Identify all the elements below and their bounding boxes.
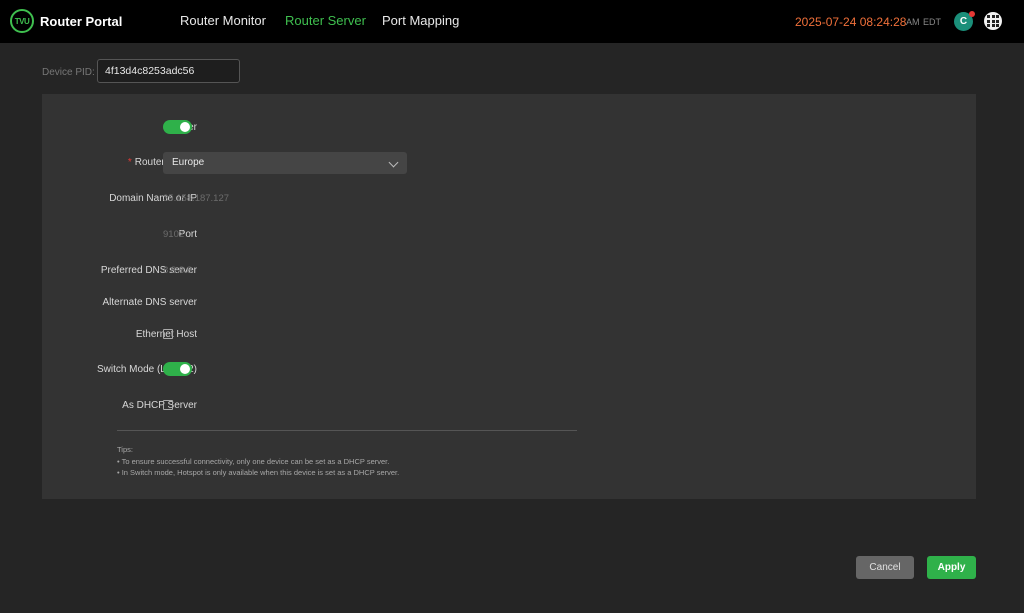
apps-grid-icon[interactable] (984, 12, 1002, 30)
preferred-dns-value: 8.8.8.8 (163, 265, 193, 276)
nav-router-server[interactable]: Router Server (285, 13, 366, 28)
port-value: 9102 (163, 229, 185, 240)
switch-mode-toggle[interactable] (163, 362, 192, 376)
top-bar: TVU Router Portal Router Monitor Router … (0, 0, 1024, 43)
timezone-label: EDT (923, 17, 941, 27)
cancel-button[interactable]: Cancel (856, 556, 914, 579)
device-pid-field[interactable]: 4f13d4c8253adc56 (97, 59, 240, 83)
tips-line: • In Switch mode, Hotspot is only availa… (117, 468, 400, 477)
tips-line: • To ensure successful connectivity, onl… (117, 457, 390, 466)
tips-title: Tips: (117, 445, 133, 454)
nav-port-mapping[interactable]: Port Mapping (382, 13, 459, 28)
am-pm-label: AM (906, 17, 920, 27)
router-server-selected-value: Europe (172, 157, 205, 168)
dhcp-server-checkbox[interactable] (163, 400, 173, 410)
ethernet-host-label: Ethernet Host (135, 329, 197, 340)
notification-dot-icon (969, 11, 975, 17)
router-toggle[interactable] (163, 120, 192, 134)
router-server-select[interactable]: Europe (163, 152, 407, 174)
dhcp-server-label: As DHCP Server (122, 400, 197, 411)
tvu-logo-icon: TVU (10, 9, 34, 33)
app-title: Router Portal (40, 14, 123, 29)
apply-button[interactable]: Apply (927, 556, 976, 579)
router-settings-panel: Router *Router Server Europe Domain Name… (42, 94, 976, 499)
ethernet-host-checkbox[interactable] (163, 329, 173, 339)
nav-router-monitor[interactable]: Router Monitor (180, 13, 266, 28)
device-pid-label: Device PID: (42, 67, 95, 78)
divider (117, 430, 577, 431)
required-marker: * (127, 157, 132, 168)
domain-value: 35.158.187.127 (163, 193, 230, 204)
alternate-dns-label: Alternate DNS server (102, 297, 197, 308)
current-datetime: 2025-07-24 08:24:28 (795, 15, 907, 29)
chevron-down-icon (388, 157, 399, 168)
